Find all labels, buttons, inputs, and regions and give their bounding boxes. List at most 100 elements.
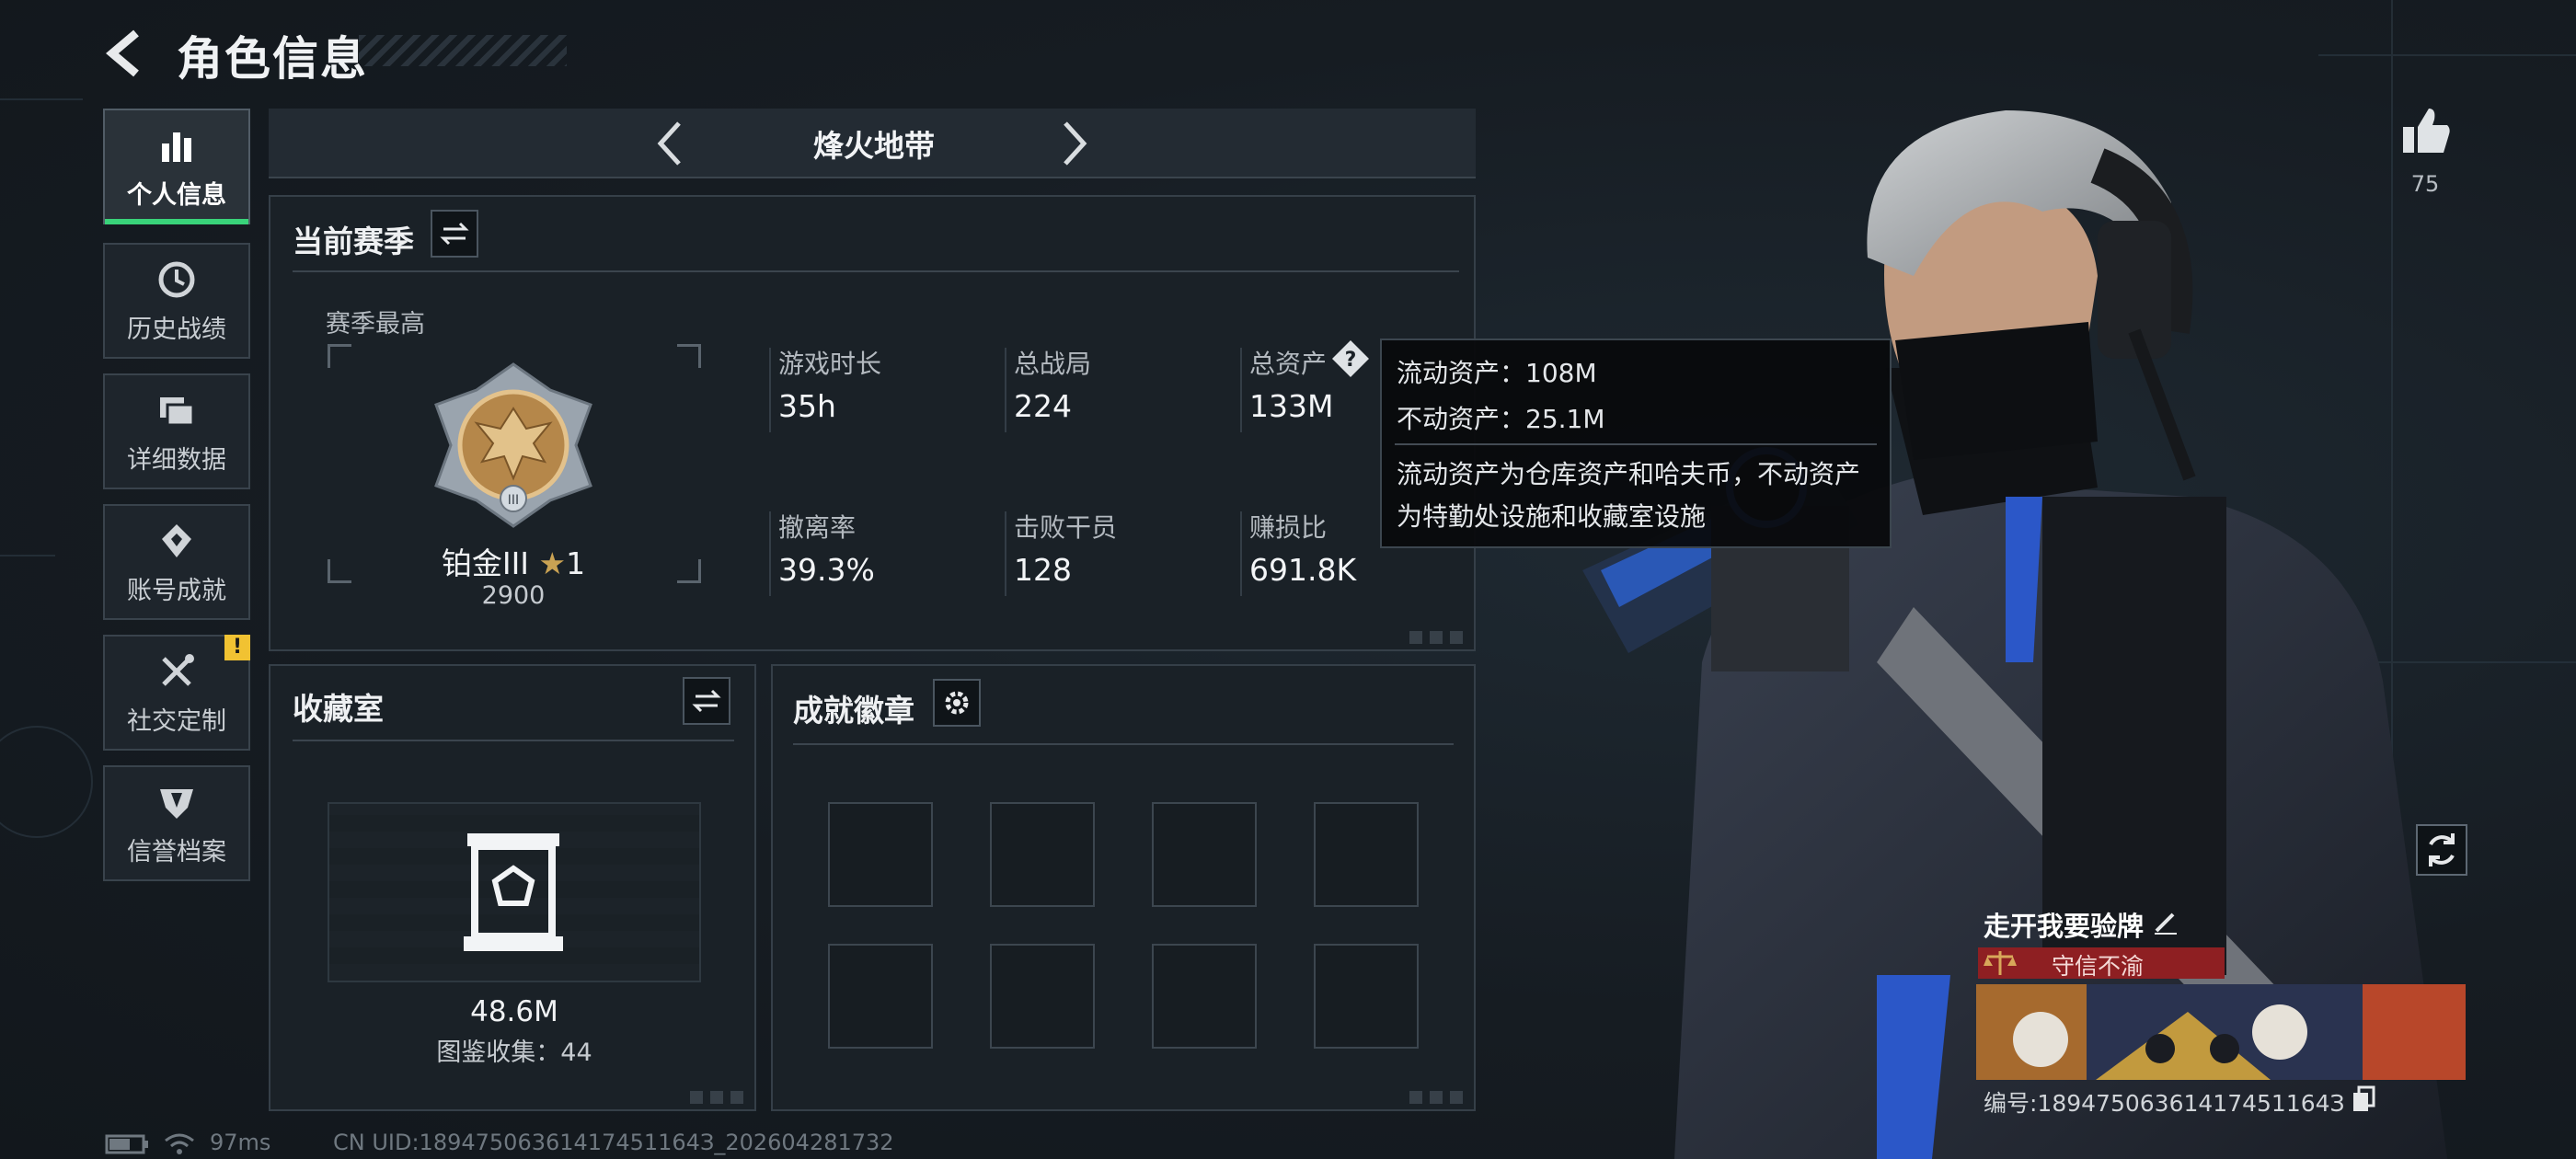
mode-label: 烽火地带 xyxy=(813,128,935,164)
achievement-slot[interactable] xyxy=(990,944,1095,1049)
collection-switch-button[interactable] xyxy=(683,677,730,725)
stat-value-play-time: 35h xyxy=(778,388,836,424)
divider xyxy=(293,740,734,741)
achievement-slot[interactable] xyxy=(990,802,1095,907)
gear-icon xyxy=(945,691,969,715)
like-button[interactable] xyxy=(2398,103,2453,158)
back-button[interactable] xyxy=(99,24,158,83)
corner-decoration xyxy=(690,1091,745,1104)
corner-decoration xyxy=(1409,1091,1465,1104)
stat-label-total-assets: 总资产 xyxy=(1249,349,1328,379)
sidebar-item-label: 历史战绩 xyxy=(127,315,226,344)
stat-separator xyxy=(769,348,771,432)
player-name: 走开我要验牌 xyxy=(1984,911,2145,942)
achievement-slot[interactable] xyxy=(828,944,933,1049)
divider xyxy=(793,743,1454,745)
sidebar-item-label: 社交定制 xyxy=(127,706,226,736)
tooltip-description-2: 为特勤处设施和收藏室设施 xyxy=(1397,501,1707,532)
page-title: 角色信息 xyxy=(177,32,368,86)
stat-separator xyxy=(1240,348,1242,432)
sidebar-item-label: 信誉档案 xyxy=(127,837,226,866)
refresh-icon xyxy=(2429,833,2455,866)
sidebar-item-history[interactable]: 历史战绩 xyxy=(103,243,250,359)
rank-stars: 1 xyxy=(566,545,586,581)
wifi-icon xyxy=(165,1133,194,1154)
mode-next-button[interactable] xyxy=(1045,116,1100,171)
sidebar-item-label: 个人信息 xyxy=(127,180,226,210)
sidebar-item-detailed-data[interactable]: 详细数据 xyxy=(103,373,250,489)
achievement-slot[interactable] xyxy=(1152,944,1257,1049)
edit-name-icon[interactable] xyxy=(2151,907,2180,936)
star-icon: ★ xyxy=(538,545,567,581)
title-text: 守信不渝 xyxy=(2052,953,2145,980)
sidebar-item-credit-record[interactable]: 信誉档案 xyxy=(103,765,250,881)
stat-label-extract-rate: 撤离率 xyxy=(778,512,857,543)
stat-separator xyxy=(1005,348,1006,432)
rank-score: 2900 xyxy=(481,581,546,610)
achievement-slot[interactable] xyxy=(1314,944,1419,1049)
asset-tooltip: 流动资产：108M 不动资产：25.1M 流动资产为仓库资产和哈夫币，不动资产 … xyxy=(1380,339,1892,548)
season-title: 当前赛季 xyxy=(293,224,414,259)
stat-label-profit-ratio: 赚损比 xyxy=(1249,512,1328,543)
svg-text:III: III xyxy=(508,493,519,508)
scale-emblem-icon xyxy=(1984,951,2017,975)
rank-name-row: 铂金III ★1 xyxy=(432,539,594,583)
diamond-medal-icon xyxy=(162,523,191,557)
ping-text: 97ms xyxy=(210,1130,271,1155)
vault-icon xyxy=(464,833,563,951)
mode-prev-button[interactable] xyxy=(644,116,699,171)
collection-count: 图鉴收集：44 xyxy=(436,1039,592,1067)
stat-label-total-matches: 总战局 xyxy=(1014,349,1092,379)
stat-value-operators-defeated: 128 xyxy=(1014,552,1072,588)
sidebar-item-personal-info[interactable]: 个人信息 xyxy=(103,109,250,224)
stat-separator xyxy=(1005,511,1006,596)
stat-label-operators-defeated: 击败干员 xyxy=(1014,512,1118,543)
history-clock-icon xyxy=(158,261,195,297)
season-best-label: 赛季最高 xyxy=(326,310,425,339)
copy-icon[interactable] xyxy=(2352,1085,2377,1113)
help-icon[interactable]: ? xyxy=(1330,339,1371,379)
sidebar-item-label: 详细数据 xyxy=(127,445,226,475)
rank-badge-icon: III xyxy=(434,362,592,528)
tooltip-fixed-assets: 不动资产：25.1M xyxy=(1397,404,1605,434)
uid-text: CN UID:18947506361417451164З_20260428173… xyxy=(333,1130,894,1155)
achievement-slot[interactable] xyxy=(1152,802,1257,907)
stat-value-profit-ratio: 691.8K xyxy=(1249,552,1357,588)
achievements-title: 成就徽章 xyxy=(793,693,914,729)
rank-name: 铂金III xyxy=(441,545,530,581)
svg-text:?: ? xyxy=(1345,349,1357,372)
stat-separator xyxy=(1240,511,1242,596)
achievement-slot[interactable] xyxy=(1314,802,1419,907)
stat-label-play-time: 游戏时长 xyxy=(778,349,882,379)
stat-separator xyxy=(769,511,771,596)
player-id: 编号:18947506361417451164З xyxy=(1984,1090,2345,1117)
season-switch-button[interactable] xyxy=(431,210,478,258)
achievements-settings-button[interactable] xyxy=(933,679,981,727)
profile-banner[interactable] xyxy=(1976,984,2466,1080)
sidebar-item-achievements[interactable]: 账号成就 xyxy=(103,504,250,620)
battery-icon xyxy=(105,1134,148,1154)
bar-chart-icon xyxy=(162,132,191,162)
tooltip-description-1: 流动资产为仓库资产和哈夫币，不动资产 xyxy=(1397,459,1861,489)
stat-value-total-assets: 133M xyxy=(1249,388,1334,424)
sidebar-item-label: 账号成就 xyxy=(127,576,226,605)
title-decoration xyxy=(359,35,567,66)
tooltip-divider xyxy=(1395,443,1877,445)
warning-badge: ! xyxy=(224,635,250,660)
like-count: 75 xyxy=(2410,171,2440,197)
achievement-slot[interactable] xyxy=(828,802,933,907)
tools-icon xyxy=(162,653,194,686)
sidebar-item-social-custom[interactable]: 社交定制 ! xyxy=(103,635,250,751)
corner-decoration xyxy=(1409,631,1465,644)
swap-icon xyxy=(692,689,721,713)
folder-icon xyxy=(160,396,195,426)
collection-title: 收藏室 xyxy=(293,691,384,727)
swap-icon xyxy=(440,222,469,246)
refresh-button[interactable] xyxy=(2416,824,2467,876)
stat-value-total-matches: 224 xyxy=(1014,388,1072,424)
divider xyxy=(293,270,1459,272)
tooltip-liquid-assets: 流动资产：108M xyxy=(1397,358,1597,388)
shield-emblem-icon xyxy=(160,788,193,819)
stat-value-extract-rate: 39.3% xyxy=(778,552,875,588)
collection-value: 48.6M xyxy=(470,995,558,1028)
